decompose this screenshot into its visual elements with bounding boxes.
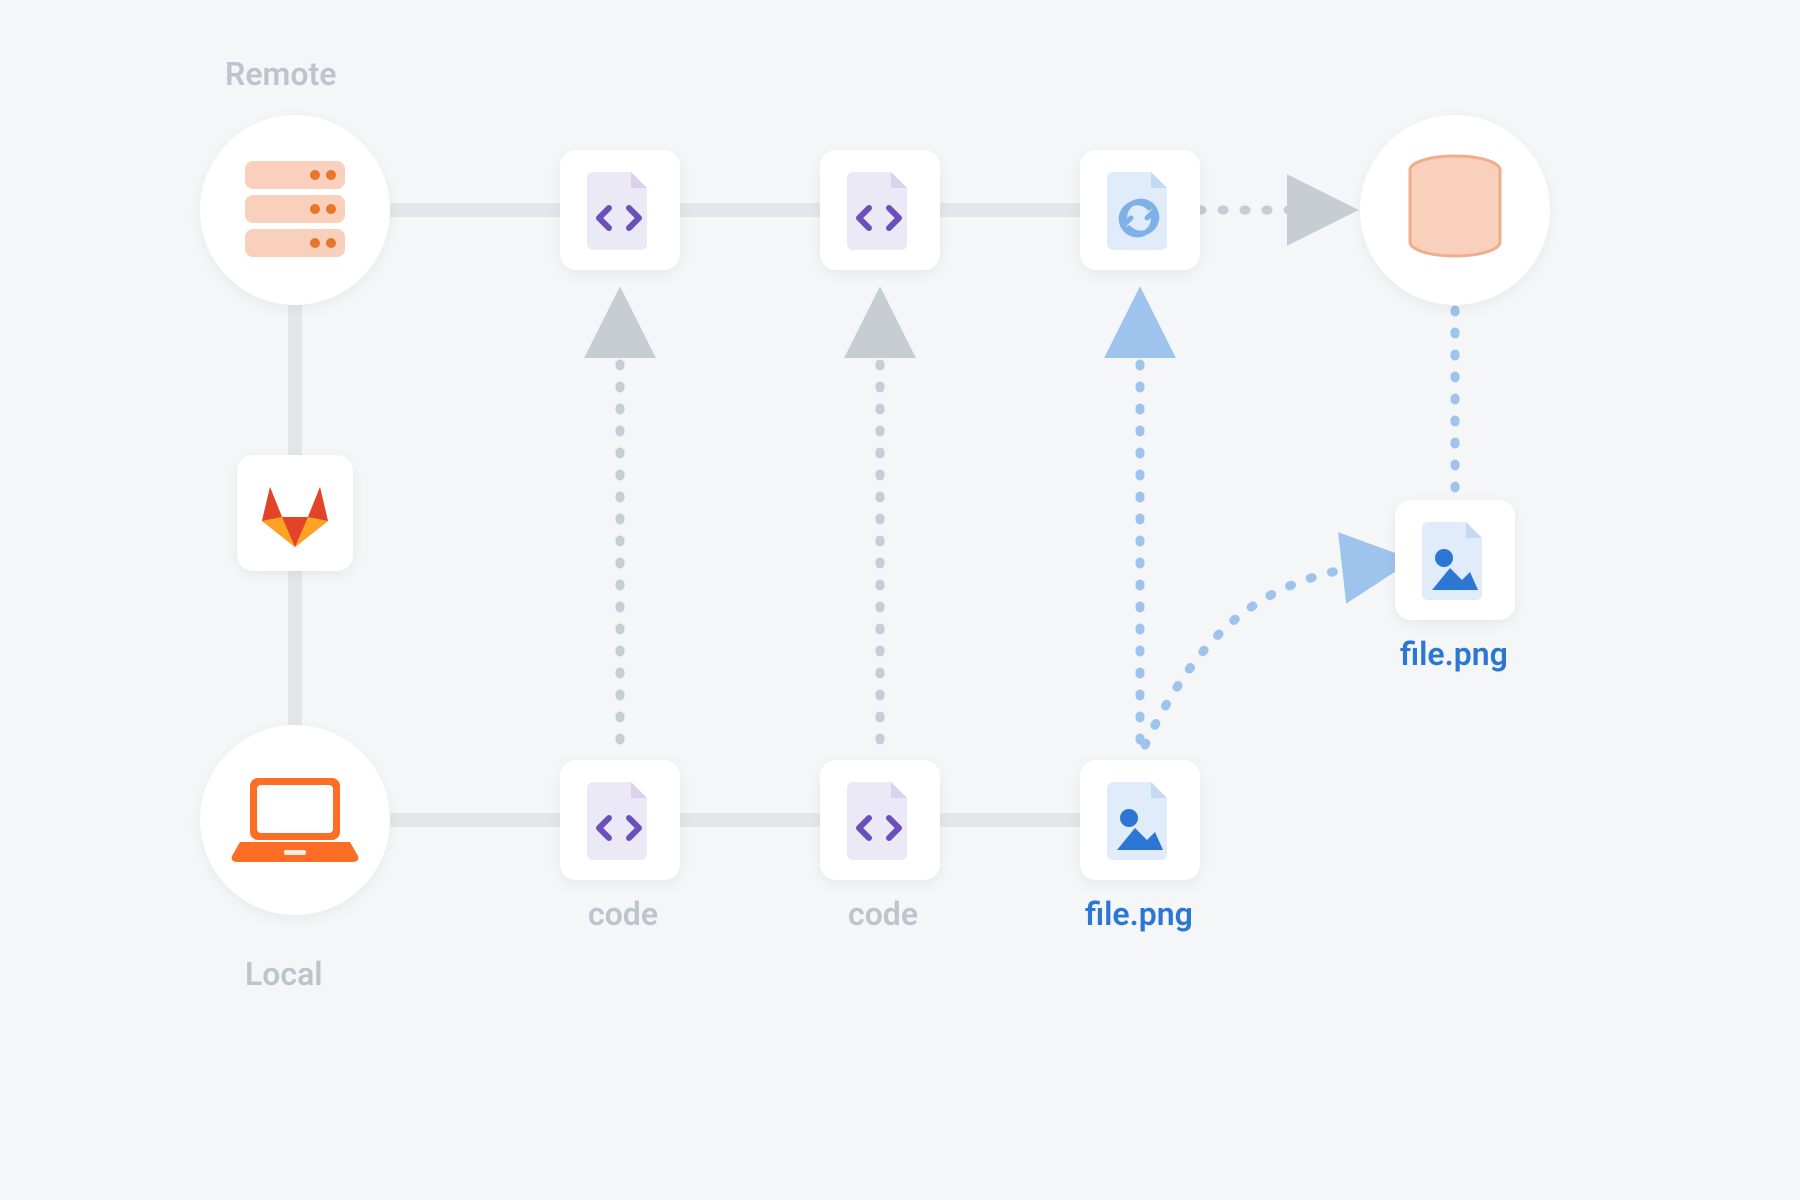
local-code-card-1 [560,760,680,880]
diagram-stage: Remote Local [0,0,1800,1200]
remote-sync-card [1080,150,1200,270]
gitlab-icon [256,477,334,549]
local-section-label: Local [245,955,323,993]
remote-code-card-2 [820,150,940,270]
code-file-icon [845,778,915,862]
remote-code-card-1 [560,150,680,270]
local-code-1-label: code [588,895,658,933]
laptop-icon [230,770,360,870]
image-file-icon [1420,518,1490,602]
sync-file-icon [1105,168,1175,252]
lfs-image-card [1395,500,1515,620]
local-code-2-label: code [848,895,918,933]
server-icon [235,155,355,265]
lfs-image-label: file.png [1400,635,1508,673]
gitlab-badge [237,455,353,571]
image-file-icon [1105,778,1175,862]
code-file-icon [585,778,655,862]
local-image-card [1080,760,1200,880]
remote-section-label: Remote [225,55,336,93]
local-image-label: file.png [1085,895,1193,933]
image-lfs-curve-connector [1145,563,1385,745]
code-file-icon [585,168,655,252]
database-icon [1400,150,1510,270]
local-code-card-2 [820,760,940,880]
local-laptop-hub [200,725,390,915]
code-file-icon [845,168,915,252]
remote-server-hub [200,115,390,305]
database-hub [1360,115,1550,305]
